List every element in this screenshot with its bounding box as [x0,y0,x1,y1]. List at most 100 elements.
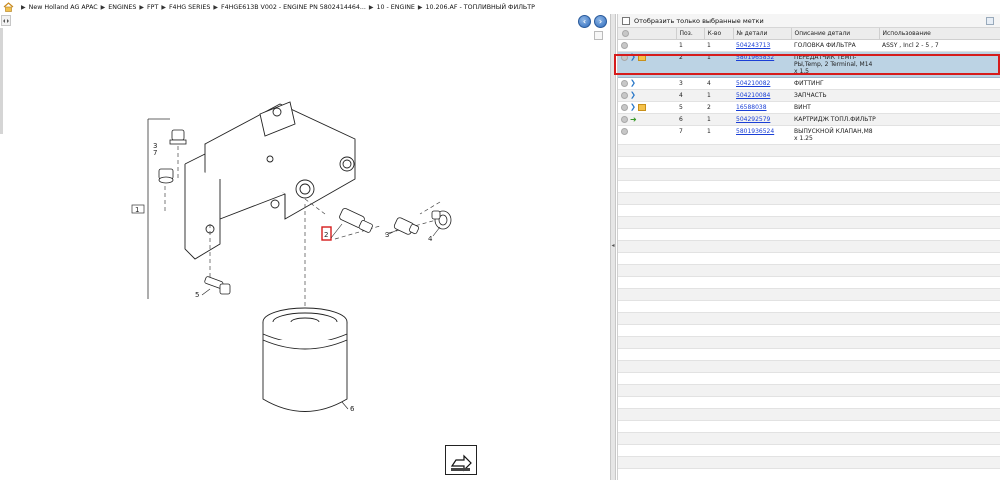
cell-position: 3 [676,77,704,90]
info-arrow-icon[interactable]: ❯ [630,79,636,87]
cell-description-text: ВИНТ [794,103,811,111]
callout-label-highlighted[interactable]: 2 [324,231,328,239]
cell-part-number[interactable]: 504210084 [733,89,791,102]
callout-label: 5 [195,291,199,299]
cell-position-text: 1 [679,41,683,49]
column-header[interactable]: № детали [733,28,792,40]
cell-usage [879,125,1000,145]
info-arrow-icon[interactable]: ❯ [630,103,636,111]
column-header[interactable]: Поз. [676,28,705,40]
column-header[interactable]: Описание детали [791,28,880,40]
expand-toggle-button[interactable] [1,15,11,26]
cell-usage [879,50,1000,78]
diagram-nav: ‹ › [578,15,607,28]
exploded-parts-diagram: 1 2 3 4 3 7 5 6 [131,101,452,413]
table-row[interactable]: ❯ 5 2 16588038 ВИНТ [618,101,1000,114]
cell-quantity: 2 [704,101,733,114]
cell-part-number[interactable]: 5801965832 [733,50,791,78]
cell-part-number[interactable]: 504292579 [733,113,791,126]
cell-part-number-text[interactable]: 504243713 [736,42,770,49]
export-button[interactable] [445,445,477,475]
breadcrumb-item-current: 10.206.AF - ТОПЛИВНЫЙ ФИЛЬТР [425,3,535,11]
select-part-icon[interactable] [621,115,628,123]
breadcrumb-item[interactable]: F4HG SERIES [169,4,210,11]
column-header[interactable]: К-во [704,28,734,40]
table-row[interactable]: 1 1 504243713 ГОЛОВКА ФИЛЬТРА ASSY , Incl 2 … [618,39,1000,52]
zoom-control[interactable] [594,31,603,40]
cell-quantity: 1 [704,39,733,52]
cell-part-number-text[interactable]: 504210084 [736,92,770,99]
cell-description: ВИНТ [791,101,879,114]
breadcrumb-item[interactable]: FPT [147,4,158,11]
breadcrumb-item[interactable]: New Holland AG APAC [29,4,98,11]
cell-quantity-text: 4 [707,79,711,87]
select-part-icon[interactable] [621,127,628,135]
table-row[interactable]: 7 1 5801936524 ВЫПУСКНОЙ КЛАПАН,M8 x 1.25 [618,125,1000,145]
info-arrow-icon[interactable]: ❯ [630,91,636,99]
select-part-icon[interactable] [621,41,628,49]
package-icon[interactable] [637,53,646,61]
callout-label: 7 [153,149,157,157]
row-icons-cell [618,125,676,145]
export-arrow-icon [450,454,472,472]
cell-quantity-text: 1 [707,53,711,61]
replacement-arrow-icon[interactable]: ➜ [630,115,637,123]
fuel-filter-cartridge-drawing [262,307,348,412]
cell-part-number[interactable]: 16588038 [733,101,791,114]
cell-description-text: КАРТРИДЖ ТОПЛ.ФИЛЬТР [794,115,876,123]
cell-part-number-text[interactable]: 16588038 [736,104,767,111]
callout-label: 6 [350,405,355,413]
row-icons-cell: ➜ [618,113,676,126]
cell-part-number-text[interactable]: 5801936524 [736,128,774,135]
cell-part-number-text[interactable]: 5801965832 [736,54,774,61]
home-icon[interactable] [3,2,14,12]
select-part-icon[interactable] [621,79,628,87]
breadcrumb-item[interactable]: F4HGE613B V002 - ENGINE PN 5802414464... [221,4,366,11]
sensor-drawing [339,208,373,233]
table-row[interactable]: ➜ 6 1 504292579 КАРТРИДЖ ТОПЛ.ФИЛЬТР [618,113,1000,126]
table-row[interactable]: ❯ 3 4 504210082 ФИТТИНГ [618,77,1000,90]
select-part-icon[interactable] [621,103,628,111]
breadcrumb-arrow-icon: ▶ [213,3,218,11]
cell-description: ФИТТИНГ [791,77,879,90]
callout-label: 4 [428,235,433,243]
collapse-arrow-icon[interactable]: ◂ [611,242,615,252]
column-header[interactable]: Использование [879,28,1000,40]
row-icons-cell: ❯ [618,77,676,90]
table-header-row: Поз. К-во № детали Описание детали Испол… [618,28,1000,40]
info-arrow-icon[interactable]: ❯ [630,53,636,61]
pane-splitter[interactable]: ◂ [610,14,616,480]
cell-description: КАРТРИДЖ ТОПЛ.ФИЛЬТР [791,113,879,126]
cell-description-text: ЗАПЧАСТЬ [794,91,827,99]
cell-part-number[interactable]: 504210082 [733,77,791,90]
breadcrumb-item[interactable]: 10 - ENGINE [376,4,414,11]
table-row[interactable]: ❯ 2 1 5801965832 ПЕРЕДАТЧИК ТЕМП-РЫ,Temp, 2 … [618,50,1000,78]
show-selected-checkbox[interactable] [622,16,630,25]
package-icon[interactable] [637,103,646,111]
parts-list-header: Отобразить только выбранные метки [618,14,1000,28]
panel-options-icon[interactable] [986,17,994,25]
column-header-icons [618,28,677,40]
cell-quantity-text: 1 [707,127,711,135]
cell-position-text: 5 [679,103,683,111]
select-part-icon[interactable] [621,91,628,99]
cell-position: 5 [676,101,704,114]
next-arrow-icon[interactable]: › [594,15,607,28]
cell-usage [879,113,1000,126]
breadcrumb-arrow-icon: ▶ [161,3,166,11]
cell-part-number[interactable]: 504243713 [733,39,791,52]
select-all-icon[interactable] [622,29,629,37]
callout-label: 3 [385,231,389,239]
cell-description-text: ФИТТИНГ [794,79,824,87]
table-row[interactable]: ❯ 4 1 504210084 ЗАПЧАСТЬ [618,89,1000,102]
cell-part-number-text[interactable]: 504210082 [736,80,770,87]
cell-part-number[interactable]: 5801936524 [733,125,791,145]
cell-position: 4 [676,89,704,102]
previous-arrow-icon[interactable]: ‹ [578,15,591,28]
select-part-icon[interactable] [621,53,628,61]
left-edge-bar [0,28,3,134]
cell-part-number-text[interactable]: 504292579 [736,116,770,123]
cell-position: 1 [676,39,704,52]
cell-quantity: 1 [704,113,733,126]
breadcrumb-item[interactable]: ENGINES [108,4,136,11]
